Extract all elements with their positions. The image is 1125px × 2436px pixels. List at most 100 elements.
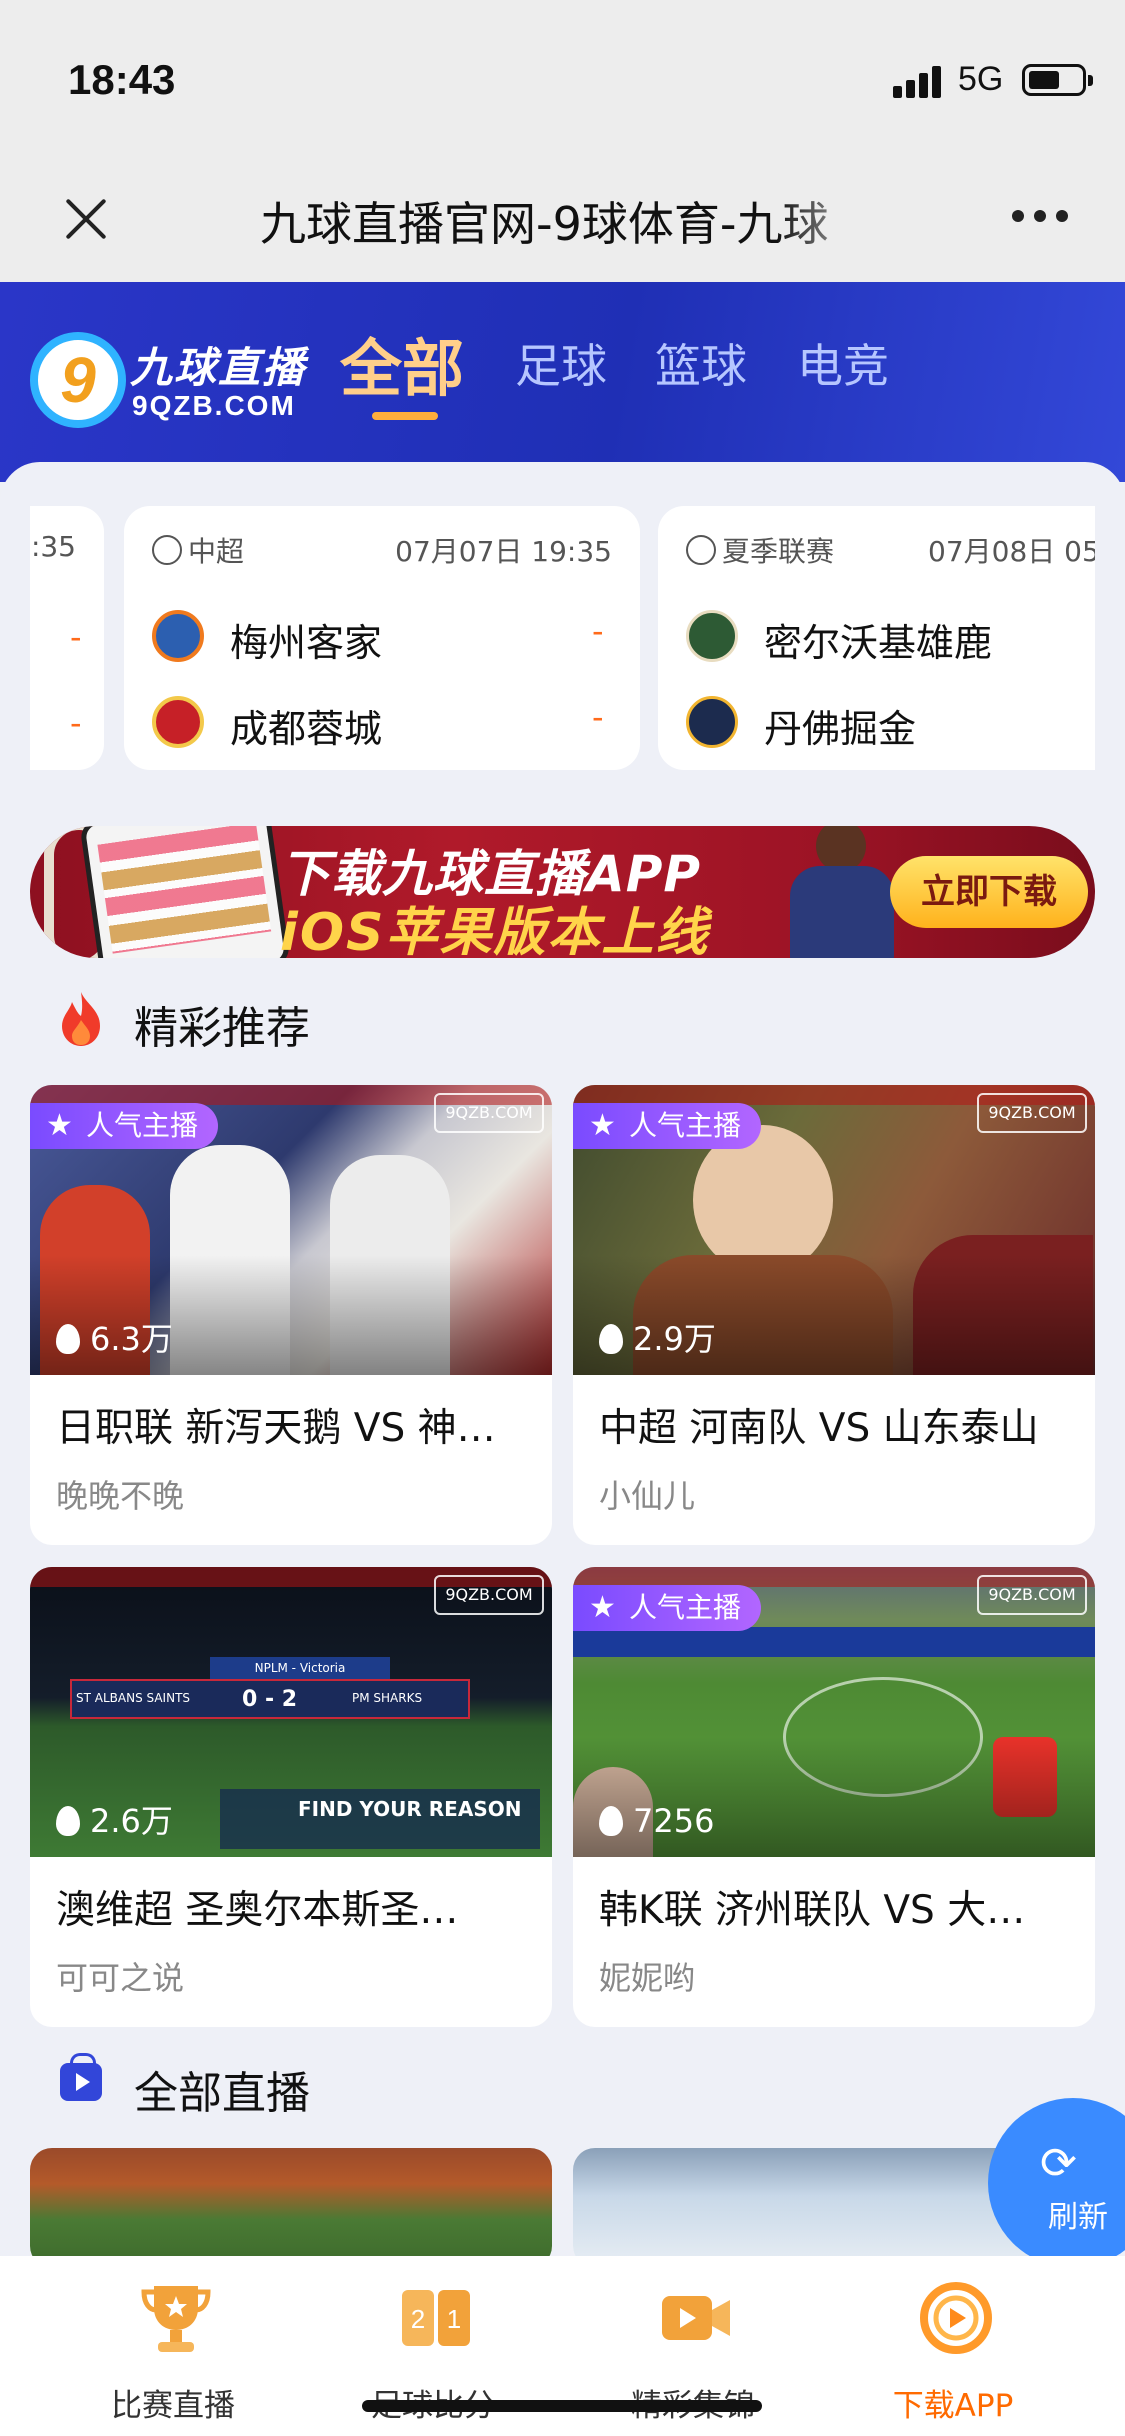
streamer-name: 小仙儿: [599, 1477, 696, 1515]
star-icon: ★: [46, 1108, 73, 1143]
nav-download-app[interactable]: 下载APP: [828, 2256, 1078, 2436]
nav-label: 比赛直播: [111, 2388, 235, 2424]
scoreboard-league: NPLM - Victoria: [210, 1657, 390, 1679]
video-camera-icon: [662, 2296, 730, 2340]
viewer-count: 6.3万: [56, 1319, 173, 1359]
live-thumbnail: 9QZB.COM ★ 人气主播 7256: [573, 1567, 1095, 1857]
home-team: 密尔沃基雄鹿: [686, 606, 1095, 666]
battery-icon: [1022, 64, 1093, 96]
site-header: 9 九球直播 9QZB.COM 全部 足球 篮球 电竞: [0, 282, 1125, 482]
star-icon: ★: [589, 1590, 616, 1625]
player-image: [782, 826, 902, 958]
watermark-logo: 9QZB.COM: [434, 1575, 544, 1615]
match-card[interactable]: 中超 07月07日 19:35 梅州客家 - 成都蓉城 -: [124, 506, 640, 770]
popular-streamer-badge: ★ 人气主播: [30, 1103, 219, 1149]
live-card[interactable]: [30, 2148, 552, 2268]
page-title: 九球直播官网-9球体育-九球: [260, 197, 829, 251]
live-card[interactable]: 9QZB.COM ★ 人气主播 7256 韩K联 济州联队 VS 大… 妮妮哟: [573, 1567, 1095, 2027]
team-badge-icon: [686, 696, 738, 748]
live-title: 中超 河南队 VS 山东泰山: [599, 1406, 1039, 1451]
nav-label: 下载APP: [892, 2388, 1014, 2424]
watermark-logo: 9QZB.COM: [977, 1093, 1087, 1133]
more-options-icon[interactable]: [1012, 210, 1072, 224]
download-play-icon: [920, 2282, 992, 2354]
close-icon[interactable]: [58, 190, 114, 246]
live-thumbnail: 9QZB.COM ★ 人气主播 6.3万: [30, 1085, 552, 1375]
popular-streamer-badge: ★ 人气主播: [573, 1585, 762, 1631]
tab-all[interactable]: 全部: [340, 318, 464, 408]
live-title: 澳维超 圣奥尔本斯圣…: [56, 1888, 459, 1933]
streamer-name: 妮妮哟: [599, 1959, 696, 1997]
logo-name: 九球直播: [130, 343, 307, 392]
trophy-icon: [141, 2286, 211, 2352]
live-title: 韩K联 济州联队 VS 大…: [599, 1888, 1026, 1933]
ad-caption: FIND YOUR REASON: [298, 1797, 522, 1821]
home-team: 梅州客家 -: [152, 606, 668, 666]
star-icon: ★: [589, 1108, 616, 1143]
team-badge-icon: [152, 610, 204, 662]
team-badge-icon: [686, 610, 738, 662]
match-date: :35: [30, 530, 76, 563]
browser-bar: 九球直播官网-9球体育-九球: [0, 160, 1125, 282]
svg-text:2: 2: [411, 2304, 425, 2334]
team-name: 密尔沃基雄鹿: [764, 621, 993, 665]
logo-ball-icon: 9: [30, 332, 126, 428]
tab-football[interactable]: 足球: [515, 330, 607, 396]
scoreboard-away: PM SHARKS: [352, 1691, 423, 1705]
away-team: -: [30, 698, 132, 758]
viewer-count: 2.9万: [599, 1319, 716, 1359]
match-carousel[interactable]: :35 - - 中超 07月07日 19:35 梅州客家 - 成都蓉城 - 夏季…: [30, 506, 1095, 770]
site-logo[interactable]: 9 九球直播 9QZB.COM: [30, 332, 320, 432]
popular-streamer-badge: ★ 人气主播: [573, 1103, 762, 1149]
live-card[interactable]: NPLM - Victoria ST ALBANS SAINTS 0 - 2 P…: [30, 1567, 552, 2027]
tab-basketball[interactable]: 篮球: [655, 330, 747, 396]
match-league: 中超: [152, 530, 244, 570]
flame-icon: [599, 1806, 623, 1836]
streamer-name: 晚晚不晚: [56, 1477, 185, 1515]
refresh-label: 刷新: [1048, 2200, 1108, 2235]
match-league: 夏季联赛: [686, 530, 834, 570]
streamer-name: 可可之说: [56, 1959, 185, 1997]
league-name: 中超: [188, 535, 245, 568]
scoreboard-score: 0 - 2: [242, 1687, 298, 1712]
match-date: 07月07日 19:35: [395, 535, 612, 568]
live-thumbnail: NPLM - Victoria ST ALBANS SAINTS 0 - 2 P…: [30, 1567, 552, 1857]
live-title: 日职联 新泻天鹅 VS 神…: [56, 1406, 496, 1451]
live-card[interactable]: 9QZB.COM ★ 人气主播 6.3万 日职联 新泻天鹅 VS 神… 晚晚不晚: [30, 1085, 552, 1545]
refresh-icon: ⟳: [1040, 2138, 1077, 2189]
soccer-ball-icon: [152, 535, 182, 565]
status-time: 18:43: [68, 56, 176, 103]
section-title: 全部直播: [134, 2068, 310, 2119]
download-now-button[interactable]: 立即下载: [890, 856, 1088, 928]
away-score: -: [592, 698, 604, 736]
live-card[interactable]: 9QZB.COM ★ 人气主播 2.9万 中超 河南队 VS 山东泰山 小仙儿: [573, 1085, 1095, 1545]
phone-mockup-image: [79, 826, 291, 958]
away-score: -: [70, 704, 82, 742]
viewer-count: 7256: [599, 1801, 714, 1841]
banner-subline: iOS苹果版本上线: [280, 903, 710, 958]
match-card[interactable]: 夏季联赛 07月08日 05 密尔沃基雄鹿 丹佛掘金: [658, 506, 1095, 770]
watermark-logo: 9QZB.COM: [434, 1093, 544, 1133]
download-app-banner[interactable]: 下载九球直播APP iOS苹果版本上线 立即下载: [30, 826, 1095, 958]
scoreboard-home: ST ALBANS SAINTS: [76, 1691, 191, 1705]
away-team: 丹佛掘金: [686, 692, 1095, 752]
team-name: 成都蓉城: [230, 707, 383, 751]
flame-icon: [56, 1324, 80, 1354]
basketball-icon: [686, 535, 716, 565]
flame-icon: [56, 1806, 80, 1836]
tv-icon: [60, 2053, 102, 2101]
status-bar: 18:43 5G: [0, 0, 1125, 160]
active-tab-underline: [372, 412, 438, 420]
svg-text:1: 1: [447, 2304, 461, 2334]
home-score: -: [592, 612, 604, 650]
match-card[interactable]: :35 - -: [30, 506, 104, 770]
nav-match-live[interactable]: 比赛直播: [48, 2256, 298, 2436]
home-score: -: [70, 618, 82, 656]
team-name: 丹佛掘金: [764, 707, 917, 751]
flame-icon: [599, 1324, 623, 1354]
live-thumbnail: 9QZB.COM ★ 人气主播 2.9万: [573, 1085, 1095, 1375]
live-thumbnail: [30, 2148, 552, 2268]
home-team: -: [30, 612, 132, 672]
signal-icon: [893, 64, 945, 98]
tab-esports[interactable]: 电竞: [797, 330, 889, 396]
